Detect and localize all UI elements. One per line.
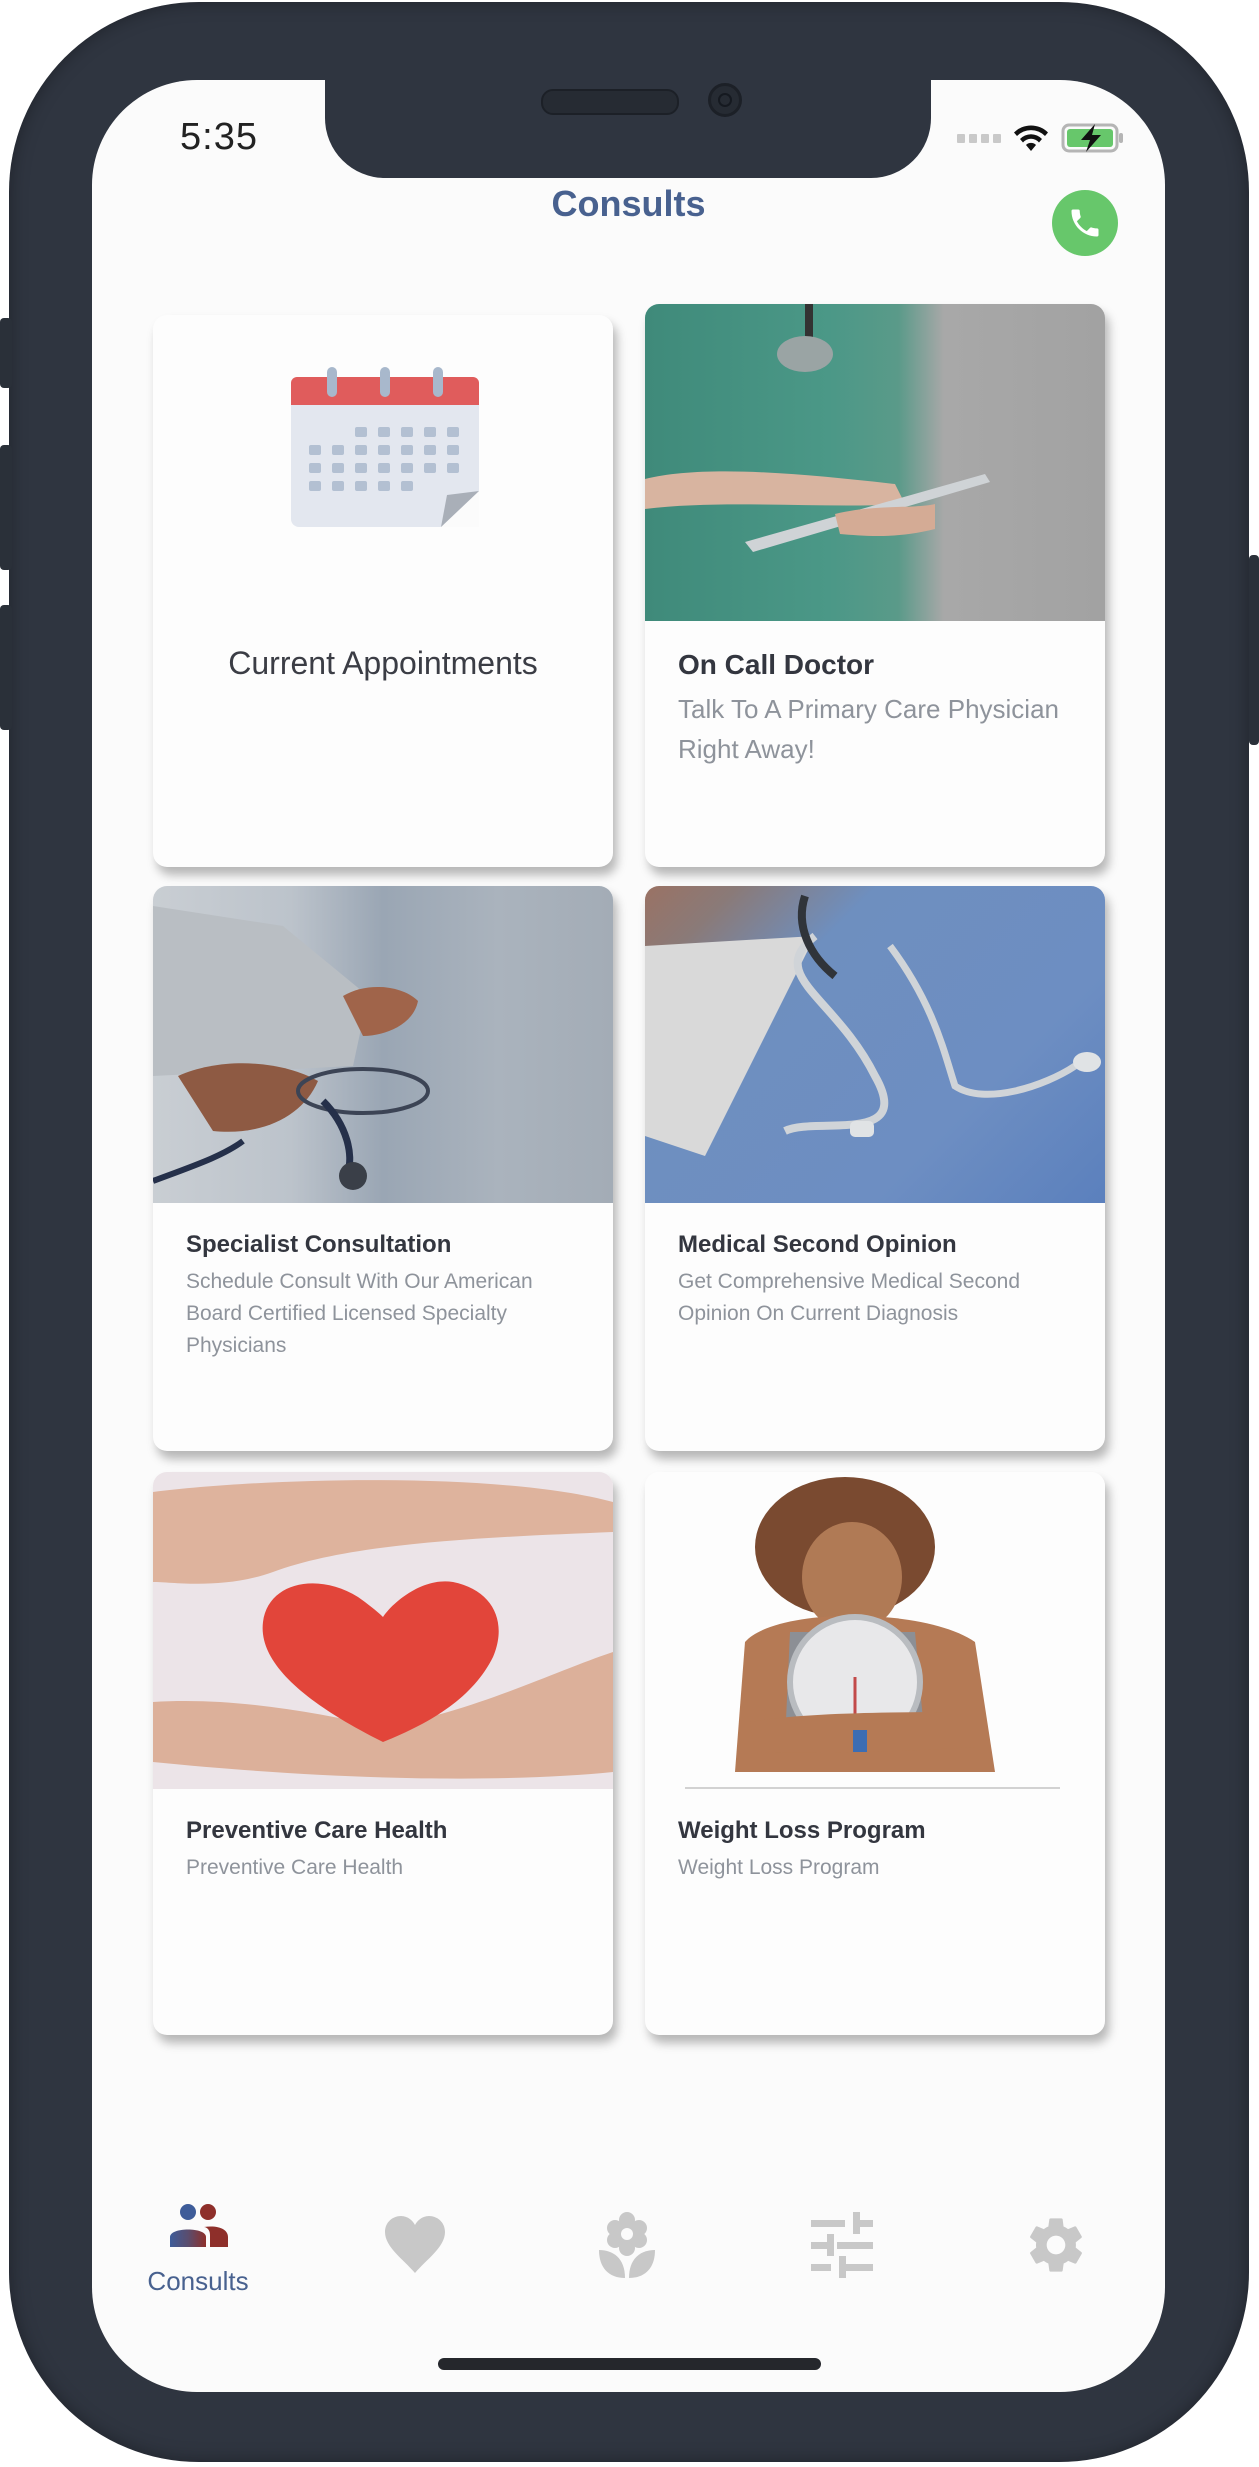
app-screen: 5:35 Consults Current Appointments On Ca… [92, 80, 1165, 2392]
card-subtitle: Weight Loss Program [678, 1856, 880, 1879]
tab-consults[interactable]: Consults [128, 2190, 268, 2300]
call-button[interactable] [1052, 190, 1118, 256]
card-subtitle: Preventive Care Health [186, 1856, 404, 1879]
calendar-icon [291, 367, 479, 532]
tab-settings[interactable] [986, 2190, 1126, 2300]
power-button [1249, 555, 1259, 745]
heart-icon [383, 2210, 447, 2280]
card-title: Medical Second Opinion [678, 1231, 957, 1258]
card-weight-loss-program[interactable]: Weight Loss Program Weight Loss Program [645, 1472, 1105, 2035]
home-indicator[interactable] [438, 2358, 821, 2370]
notch [325, 80, 931, 178]
card-current-appointments[interactable]: Current Appointments [153, 315, 613, 867]
tab-favorites[interactable] [345, 2190, 485, 2300]
tab-wellness[interactable] [557, 2190, 697, 2300]
people-icon [166, 2190, 230, 2260]
stethoscope-on-scrubs-photo [645, 886, 1105, 1203]
card-subtitle: Schedule Consult With Our American Board… [186, 1270, 533, 1357]
doctor-with-tablet-photo [645, 304, 1105, 621]
status-indicators [957, 120, 1125, 156]
mute-switch [0, 318, 12, 388]
page-title: Consults [551, 183, 706, 224]
gear-icon [1024, 2210, 1088, 2280]
phone-icon [1071, 209, 1099, 237]
card-on-call-doctor[interactable]: On Call Doctor Talk To A Primary Care Ph… [645, 304, 1105, 867]
volume-down-button [0, 605, 12, 730]
camera-icon [708, 83, 742, 117]
card-specialist-consultation[interactable]: Specialist Consultation Schedule Consult… [153, 886, 613, 1451]
divider [685, 1787, 1060, 1789]
card-subtitle: Talk To A Primary Care Physician Right A… [678, 694, 1059, 764]
battery-charging-icon [1061, 122, 1125, 154]
flower-icon [599, 2210, 655, 2280]
tab-filters[interactable] [772, 2190, 912, 2300]
card-title: Specialist Consultation [186, 1231, 452, 1258]
doctor-with-stethoscope-photo [153, 886, 613, 1203]
volume-up-button [0, 445, 12, 570]
card-subtitle: Get Comprehensive Medical Second Opinion… [678, 1270, 1021, 1325]
card-title: Preventive Care Health [186, 1817, 448, 1844]
card-title: Current Appointments [228, 645, 538, 681]
card-title: On Call Doctor [678, 649, 875, 680]
speaker-grille [541, 89, 679, 115]
hands-holding-heart-photo [153, 1472, 613, 1789]
tab-label: Consults [147, 2266, 249, 2296]
card-preventive-care-health[interactable]: Preventive Care Health Preventive Care H… [153, 1472, 613, 2035]
cellular-signal-icon [957, 133, 1001, 143]
woman-hugging-scale-photo [645, 1472, 1105, 1789]
sliders-icon [811, 2210, 873, 2280]
card-title: Weight Loss Program [678, 1817, 926, 1844]
status-time: 5:35 [180, 116, 258, 158]
wifi-icon [1013, 123, 1049, 153]
card-medical-second-opinion[interactable]: Medical Second Opinion Get Comprehensive… [645, 886, 1105, 1451]
